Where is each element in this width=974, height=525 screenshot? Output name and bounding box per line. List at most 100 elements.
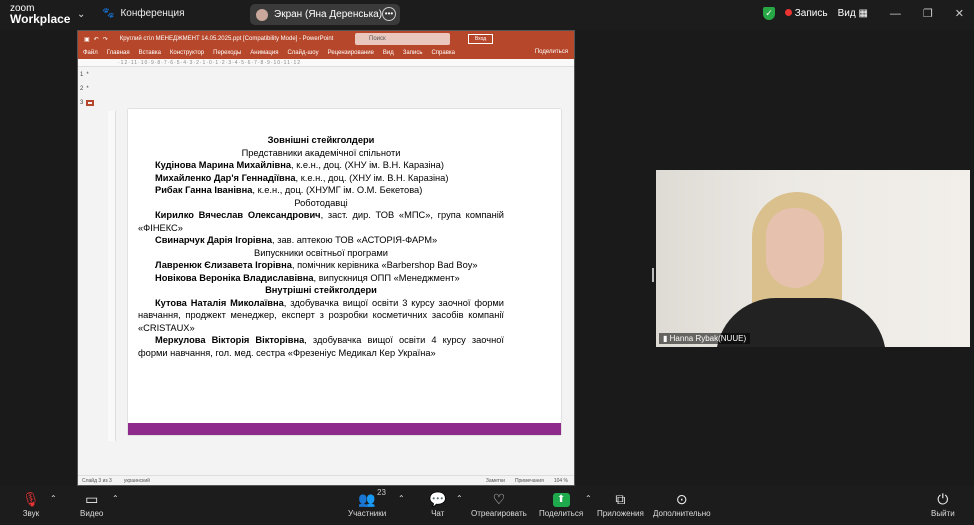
top-right-controls: ✓ Запись Вид ▦ — ❐ ✕ <box>762 7 964 20</box>
chat-icon: 💬 <box>429 491 447 507</box>
security-shield-icon[interactable]: ✓ <box>762 7 775 20</box>
share-label: Поделиться <box>539 509 584 518</box>
tab-transitions[interactable]: Переходы <box>213 50 241 56</box>
ppt-search-input[interactable]: Поиск <box>355 33 450 45</box>
tab-review[interactable]: Рецензирование <box>328 50 374 56</box>
horizontal-ruler: ·12·11·10·9·8·7·6·5·4·3·2·1·0·1·2·3·4·5·… <box>78 59 574 67</box>
ppt-ribbon-tabs: Файл Главная Вставка Конструктор Переход… <box>78 47 574 59</box>
chevron-down-icon[interactable]: ⌄ <box>77 9 85 20</box>
close-icon[interactable]: ✕ <box>955 7 964 20</box>
participants-options-chevron-icon[interactable]: ⌃ <box>398 494 405 503</box>
thumb-preview <box>86 100 95 106</box>
powerpoint-window: ▣ ↶ ↷ Круглий стіл МЕНЕДЖМЕНТ 14.05.2025… <box>77 30 575 486</box>
zoom-brand-line2: Workplace <box>10 12 71 26</box>
ppt-status-bar: Слайд 3 из 3 украинский Заметки Примечан… <box>78 475 574 485</box>
comments-button[interactable]: Примечания <box>515 478 544 484</box>
slide-entry: Кутова Наталія Миколаївна, здобувачка ви… <box>138 297 504 335</box>
audio-options-chevron-icon[interactable]: ⌃ <box>50 494 57 503</box>
record-label: Запись <box>794 8 828 19</box>
react-label: Отреагировать <box>471 509 527 518</box>
restore-icon[interactable]: ❐ <box>923 7 933 20</box>
person-name: Кудінова Марина Михайлівна <box>155 160 292 170</box>
zoom-top-bar: zoom Workplace ⌄ 🐾 Конференция Экран (Ян… <box>0 0 974 30</box>
redo-icon[interactable]: ↷ <box>103 36 108 43</box>
tab-slideshow[interactable]: Слайд-шоу <box>287 50 318 56</box>
tab-insert[interactable]: Вставка <box>139 50 161 56</box>
person-name: Лавренюк Єлизавета Ігорівна <box>155 260 292 270</box>
participants-label: Участники <box>348 509 387 518</box>
apps-icon: ⧉ <box>615 491 626 507</box>
person-details: , зав. аптекою ТОВ «АСТОРІЯ-ФАРМ» <box>272 235 438 245</box>
save-icon[interactable]: ▣ <box>84 36 90 43</box>
screen-share-pill[interactable]: Экран (Яна Деренська) ••• <box>250 4 400 25</box>
slide-entry: Кудінова Марина Михайлівна, к.е.н., доц.… <box>138 159 504 172</box>
participants-count: 23 <box>377 488 386 497</box>
person-details: , к.е.н., доц. (ХНУ ім. В.Н. Каразіна) <box>291 160 444 170</box>
slide-text-box[interactable]: Зовнішні стейкголдери Представники акаде… <box>138 134 504 359</box>
status-language[interactable]: украинский <box>124 478 150 484</box>
more-button[interactable]: ⊙ Дополнительно <box>653 490 711 518</box>
tab-design[interactable]: Конструктор <box>170 50 204 56</box>
participant-name-label: ▮ Hanna Rybak(NUUE) <box>659 333 751 344</box>
tab-home[interactable]: Главная <box>107 50 130 56</box>
notes-button[interactable]: Заметки <box>486 478 505 484</box>
person-name: Новікова Вероніка Владиславівна <box>155 272 314 283</box>
video-options-chevron-icon[interactable]: ⌃ <box>112 494 119 503</box>
muted-mic-icon: 🎙 <box>22 491 40 507</box>
participant-name: Hanna Rybak(NUUE) <box>669 334 747 343</box>
undo-icon[interactable]: ↶ <box>94 36 99 43</box>
participant-face <box>766 208 824 288</box>
slide-entry: Свинарчук Дарія Ігорівна, зав. аптекою Т… <box>138 234 504 247</box>
thumbnail-item[interactable]: 1 * <box>78 68 106 82</box>
ppt-title: Круглий стіл МЕНЕДЖМЕНТ 14.05.2025.ppt [… <box>119 36 334 42</box>
meeting-info[interactable]: 🐾 Конференция <box>102 8 185 19</box>
audio-button[interactable]: 🎙 Звук <box>22 490 40 518</box>
share-screen-icon: ⬆ <box>552 493 570 507</box>
participants-icon: 👥 <box>358 491 376 507</box>
thumbnail-item[interactable]: 3 <box>78 96 106 110</box>
video-button[interactable]: ▭ Видео <box>80 490 103 518</box>
slide-thumbnails: 1 * 2 * 3 <box>78 68 106 468</box>
tab-view[interactable]: Вид <box>383 50 394 56</box>
slide-entry: Лавренюк Єлизавета Ігорівна, помічник ке… <box>138 259 504 272</box>
slide-entry: Михайленко Дар'я Геннадіївна, к.е.н., до… <box>138 172 504 185</box>
ppt-share-button[interactable]: Поделиться <box>535 49 568 55</box>
leave-label: Выйти <box>931 509 955 518</box>
chat-label: Чат <box>431 509 445 518</box>
heart-icon: ♡ <box>492 491 506 507</box>
chat-button[interactable]: 💬 Чат <box>429 490 446 518</box>
person-name: Кутова Наталія Миколаївна <box>155 297 284 308</box>
more-icon[interactable]: ••• <box>382 7 396 21</box>
zoom-level[interactable]: 104 % <box>554 478 568 484</box>
record-indicator[interactable]: Запись <box>784 8 828 19</box>
react-button[interactable]: ♡ Отреагировать <box>471 490 527 518</box>
minimize-icon[interactable]: — <box>890 8 901 20</box>
slide-canvas[interactable]: Зовнішні стейкголдери Представники акаде… <box>128 109 561 435</box>
person-details: , к.е.н., доц. (ХНУ ім. В.Н. Каразіна) <box>295 172 449 183</box>
tab-file[interactable]: Файл <box>83 50 98 56</box>
tab-record[interactable]: Запись <box>403 50 423 56</box>
tab-animations[interactable]: Анимация <box>250 50 278 56</box>
leave-button[interactable]: ⏻ Выйти <box>931 490 955 518</box>
audio-label: Звук <box>22 509 40 518</box>
view-button[interactable]: Вид ▦ <box>838 8 868 19</box>
splitter-handle[interactable] <box>652 268 654 282</box>
participant-video-tile[interactable]: ▮ Hanna Rybak(NUUE) <box>656 170 970 347</box>
share-screen-button[interactable]: ⬆ Поделиться <box>539 490 583 518</box>
thumbnail-item[interactable]: 2 * <box>78 82 106 96</box>
person-details: , помічник керівника «Barbershop Bad Boy… <box>291 260 478 270</box>
slide-entry: Новікова Вероніка Владиславівна, випускн… <box>138 272 504 285</box>
share-options-chevron-icon[interactable]: ⌃ <box>585 494 592 503</box>
apps-label: Приложения <box>597 509 644 518</box>
apps-button[interactable]: ⧉ Приложения <box>597 490 644 518</box>
slide-entry: Меркулова Вікторія Вікторівна, здобувачк… <box>138 334 504 359</box>
slide-entry: Рибак Ганна Іванівна, к.е.н., доц. (ХНУМ… <box>138 184 504 197</box>
slide-heading-internal: Внутрішні стейкголдери <box>265 285 377 295</box>
view-label: Вид <box>837 8 856 19</box>
more-label: Дополнительно <box>653 509 711 518</box>
chat-options-chevron-icon[interactable]: ⌃ <box>456 494 463 503</box>
person-details: , випускниця ОПП «Менеджмент» <box>313 272 460 283</box>
thumb-star-icon: * <box>86 72 89 78</box>
ppt-login-button[interactable]: Вход <box>468 34 493 44</box>
tab-help[interactable]: Справка <box>431 50 455 56</box>
